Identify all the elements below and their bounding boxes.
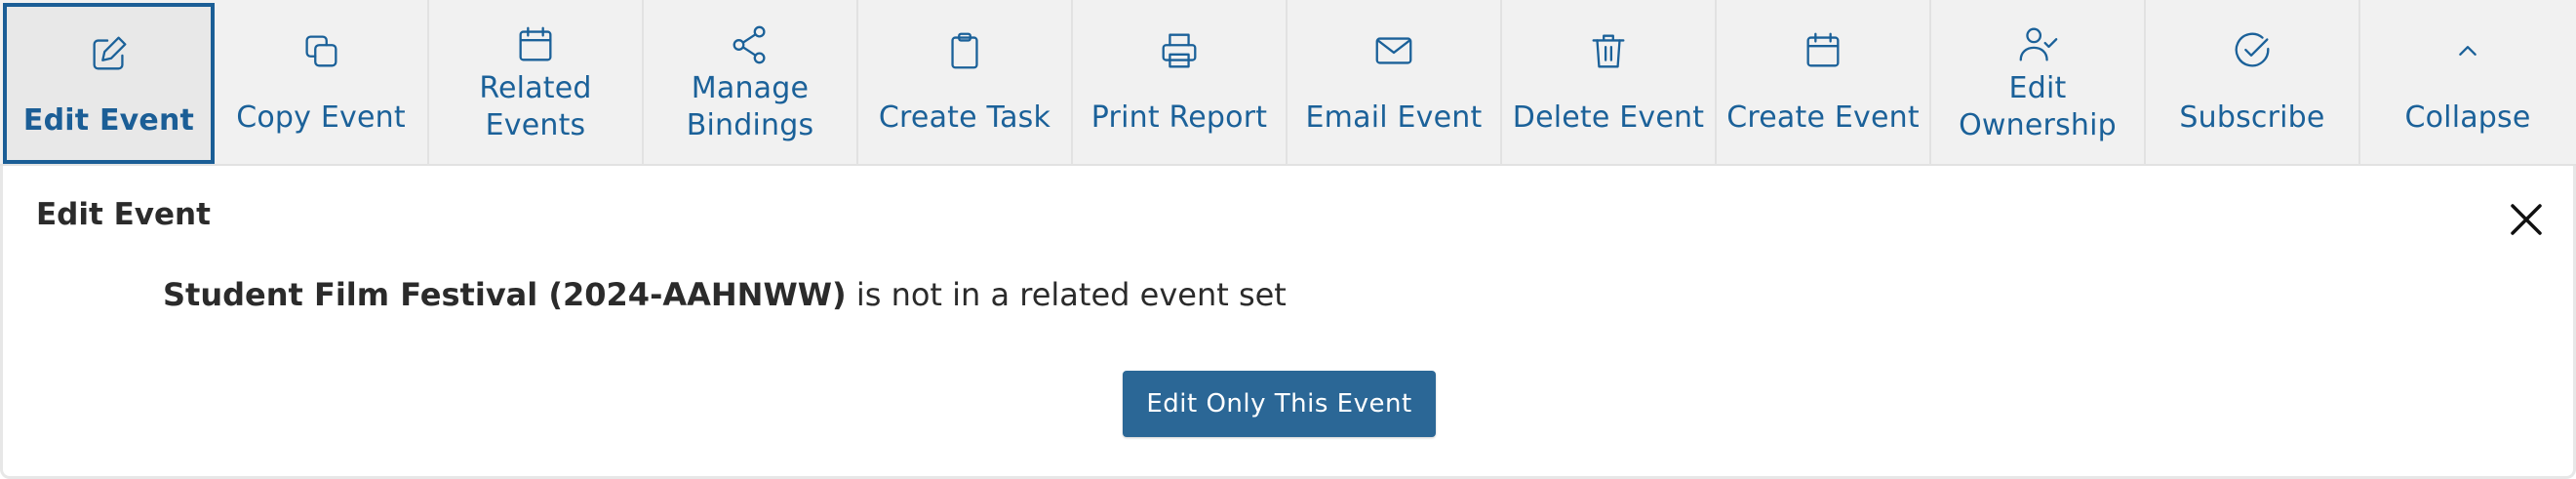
create-event-button[interactable]: Create Event xyxy=(1717,0,1931,164)
manage-bindings-label: Manage Bindings xyxy=(687,70,814,144)
related-events-label: Related Events xyxy=(479,70,591,144)
create-task-label: Create Task xyxy=(878,100,1051,135)
related-set-message: Student Film Festival (2024-AAHNWW) is n… xyxy=(163,276,1287,313)
copy-icon xyxy=(298,25,343,76)
create-task-button[interactable]: Create Task xyxy=(858,0,1073,164)
print-report-button[interactable]: Print Report xyxy=(1073,0,1288,164)
edit-event-button[interactable]: Edit Event xyxy=(3,3,215,164)
copy-event-label: Copy Event xyxy=(236,100,406,135)
subscribe-button[interactable]: Subscribe xyxy=(2146,0,2360,164)
label-line: Events xyxy=(485,108,586,142)
email-event-button[interactable]: Email Event xyxy=(1288,0,1502,164)
share-icon xyxy=(728,20,773,70)
subscribe-label: Subscribe xyxy=(2179,100,2325,135)
delete-event-button[interactable]: Delete Event xyxy=(1502,0,1717,164)
close-icon xyxy=(2511,204,2542,235)
edit-only-this-event-button[interactable]: Edit Only This Event xyxy=(1123,371,1436,437)
collapse-label: Collapse xyxy=(2404,100,2531,135)
calendar-icon xyxy=(1801,25,1845,76)
event-name: Student Film Festival (2024-AAHNWW) xyxy=(163,276,847,313)
user-check-icon xyxy=(2015,20,2060,70)
label-line: Ownership xyxy=(1959,108,2117,142)
label-line: Manage xyxy=(691,71,810,105)
manage-bindings-button[interactable]: Manage Bindings xyxy=(644,0,858,164)
collapse-button[interactable]: Collapse xyxy=(2360,0,2575,164)
trash-icon xyxy=(1586,25,1631,76)
message-text: is not in a related event set xyxy=(846,276,1287,313)
event-toolbar: Edit Event Copy Event Related Events Man… xyxy=(0,0,2576,166)
printer-icon xyxy=(1157,25,1202,76)
edit-icon xyxy=(87,28,132,79)
close-button[interactable] xyxy=(2507,200,2546,239)
chevron-up-icon xyxy=(2445,25,2490,76)
related-events-button[interactable]: Related Events xyxy=(429,0,644,164)
panel-title: Edit Event xyxy=(36,197,211,232)
label-line: Bindings xyxy=(686,108,814,142)
edit-ownership-button[interactable]: Edit Ownership xyxy=(1931,0,2146,164)
check-circle-icon xyxy=(2230,25,2275,76)
clipboard-icon xyxy=(942,25,987,76)
edit-event-label: Edit Event xyxy=(22,103,195,138)
envelope-icon xyxy=(1371,25,1416,76)
print-report-label: Print Report xyxy=(1090,100,1268,135)
label-line: Edit xyxy=(2008,71,2067,105)
email-event-label: Email Event xyxy=(1305,100,1483,135)
create-event-label: Create Event xyxy=(1726,100,1920,135)
copy-event-button[interactable]: Copy Event xyxy=(215,0,429,164)
label-line: Related xyxy=(479,71,592,105)
edit-ownership-label: Edit Ownership xyxy=(1959,70,2117,144)
delete-event-label: Delete Event xyxy=(1512,100,1705,135)
calendar-icon xyxy=(513,20,558,70)
